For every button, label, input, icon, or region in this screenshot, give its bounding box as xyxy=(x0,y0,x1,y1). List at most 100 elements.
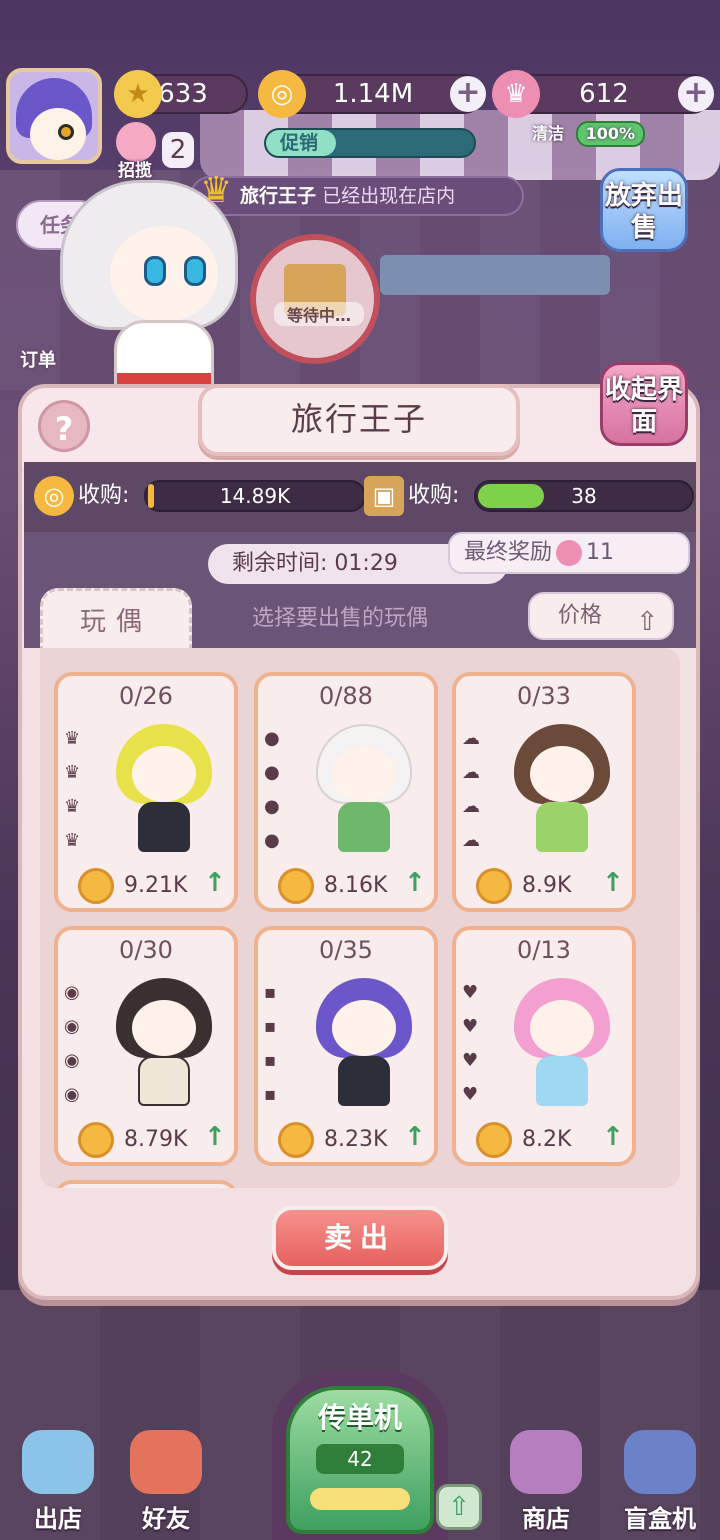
nav-shop[interactable]: 商店 xyxy=(498,1424,594,1534)
acquire-box-value: 38 xyxy=(571,484,597,508)
waiting-label: 等待中… xyxy=(274,302,364,326)
upgrade-arrow-button[interactable]: ⇧ xyxy=(436,1484,482,1530)
doll-card[interactable]: 0/33 ☁ ☁ ☁ ☁ 8.9K ↑ xyxy=(452,672,636,912)
doll-price: 8.79K xyxy=(78,1120,187,1160)
doll-attribute-icons: ◉ ◉ ◉ ◉ xyxy=(64,982,80,1105)
heart-mushroom-icon xyxy=(130,1430,202,1494)
flyer-label: 传单机 xyxy=(317,1401,402,1434)
timer-label: 剩余时间: xyxy=(232,551,328,576)
crown-gem-icon: ♛ xyxy=(492,70,540,118)
crown-gem-icon xyxy=(556,540,583,566)
sort-by-price-button[interactable]: 价格 ⇧ xyxy=(528,592,674,640)
select-hint: 选择要出售的玩偶 xyxy=(252,606,429,631)
player-avatar[interactable] xyxy=(6,68,102,164)
doll-price: 8.2K xyxy=(476,1120,571,1160)
coins-counter: ◎ 1.14M + xyxy=(258,70,486,118)
acquire-coin-label: 收购: xyxy=(78,483,130,508)
shop-shelf xyxy=(380,255,610,295)
doll-card[interactable]: 0/26 ♛ ♛ ♛ ♛ 9.21K ↑ xyxy=(54,672,238,912)
travel-prince-character: ♛ xyxy=(60,170,250,400)
doll-attribute-icons: ▪ ▪ ▪ ▪ xyxy=(264,982,277,1105)
doll-count: 0/26 xyxy=(119,682,173,710)
doll-count: 0/13 xyxy=(517,936,571,964)
gems-counter: ♛ 612 + xyxy=(492,70,714,118)
doll-attribute-icons: ☁ ☁ ☁ ☁ xyxy=(462,728,480,851)
doll-count: 0/35 xyxy=(319,936,373,964)
customer-notice-text: 已经出现在店内 xyxy=(322,185,456,207)
tab-dolls[interactable]: 玩偶 xyxy=(40,588,192,650)
final-reward-tooltip: 最终奖励 11 xyxy=(448,532,690,574)
invite-count: 2 xyxy=(162,132,194,168)
coins-value: 1.14M xyxy=(332,79,414,109)
coin-icon xyxy=(476,1122,512,1158)
doll-price: 8.16K xyxy=(278,866,387,906)
panel-title: 旅行王子 xyxy=(198,384,520,456)
doll-figure xyxy=(308,716,426,856)
doll-count: 0/33 xyxy=(517,682,571,710)
final-reward-label: 最终奖励 xyxy=(464,540,553,565)
abandon-sale-button[interactable]: 放弃出售 xyxy=(600,168,688,252)
coin-icon xyxy=(278,1122,314,1158)
sort-ascending-icon: ⇧ xyxy=(636,607,658,637)
acquire-coin-bar: ◎ 收购: 14.89K xyxy=(34,476,374,516)
coin-icon xyxy=(476,868,512,904)
doll-price: 8.9K xyxy=(476,866,571,906)
flyer-machine-button[interactable]: 传单机 42 xyxy=(272,1372,448,1540)
acquire-box-bar: ▣ 收购: 38 xyxy=(364,476,694,516)
order-label[interactable]: 订单 xyxy=(20,346,56,372)
promo-progress[interactable]: 促销 xyxy=(264,128,476,158)
doll-card[interactable]: 0/13 ♥ ♥ ♥ ♥ 8.2K ↑ xyxy=(452,926,636,1166)
help-button[interactable]: ? xyxy=(38,400,90,452)
add-coins-button[interactable]: + xyxy=(450,76,486,112)
clean-label: 清洁 xyxy=(532,124,565,143)
sell-button[interactable]: 卖出 xyxy=(272,1206,448,1270)
price-up-icon: ↑ xyxy=(404,1122,426,1152)
doll-figure xyxy=(506,970,624,1110)
crown-icon: ♛ xyxy=(200,170,233,211)
flyer-progress xyxy=(310,1488,410,1510)
acquire-coin-value: 14.89K xyxy=(219,484,291,508)
gems-value: 612 xyxy=(579,79,629,109)
timer-value: 01:29 xyxy=(334,551,398,576)
doll-figure xyxy=(506,716,624,856)
add-gems-button[interactable]: + xyxy=(678,76,714,112)
shop-stall-icon xyxy=(510,1430,582,1494)
doll-figure xyxy=(108,970,226,1110)
doll-count: 0/88 xyxy=(319,682,373,710)
clean-percent: 100% xyxy=(575,121,646,147)
price-up-icon: ↑ xyxy=(602,1122,624,1152)
doll-card[interactable]: 0/88 ● ● ● ● 8.16K ↑ xyxy=(254,672,438,912)
doll-grid: 0/26 ♛ ♛ ♛ ♛ 9.21K ↑ 0/88 ● ● ● ● 8.16K ↑ 0/33… xyxy=(40,648,680,1188)
doll-card[interactable]: 0/30 ◉ ◉ ◉ ◉ 8.79K ↑ xyxy=(54,926,238,1166)
coin-icon xyxy=(278,868,314,904)
doll-figure xyxy=(308,970,426,1110)
acquire-box-label: 收购: xyxy=(408,483,460,508)
doll-card[interactable]: 0/35 ▪ ▪ ▪ ▪ 8.23K ↑ xyxy=(254,926,438,1166)
sort-label: 价格 xyxy=(558,603,603,628)
coin-icon xyxy=(78,868,114,904)
collapse-panel-button[interactable]: 收起界面 xyxy=(600,362,688,446)
price-up-icon: ↑ xyxy=(602,868,624,898)
final-reward-value: 11 xyxy=(586,540,615,565)
doll-attribute-icons: ♥ ♥ ♥ ♥ xyxy=(462,982,479,1105)
doll-figure xyxy=(108,716,226,856)
nav-leave-shop[interactable]: 出店 xyxy=(10,1424,106,1534)
price-up-icon: ↑ xyxy=(404,868,426,898)
doll-attribute-icons: ♛ ♛ ♛ ♛ xyxy=(64,728,81,851)
stars-counter: ★ 633 xyxy=(114,70,248,118)
balloons-icon xyxy=(22,1430,94,1494)
doll-price: 9.21K xyxy=(78,866,187,906)
package-icon: ▣ xyxy=(364,476,404,516)
doll-card-partial[interactable] xyxy=(54,1180,238,1188)
nav-blind-box-machine[interactable]: 盲盒机 xyxy=(612,1424,708,1534)
coin-icon: ◎ xyxy=(258,70,306,118)
doll-count: 0/30 xyxy=(119,936,173,964)
nav-friends[interactable]: 好友 xyxy=(118,1424,214,1534)
customer-name: 旅行王子 xyxy=(240,185,317,207)
price-up-icon: ↑ xyxy=(204,1122,226,1152)
vending-machine-icon xyxy=(624,1430,696,1494)
cleanliness-indicator: 清洁 100% xyxy=(532,120,646,148)
star-icon: ★ xyxy=(114,70,162,118)
waiting-order-badge[interactable]: 等待中… xyxy=(250,234,380,364)
doll-attribute-icons: ● ● ● ● xyxy=(264,728,280,851)
